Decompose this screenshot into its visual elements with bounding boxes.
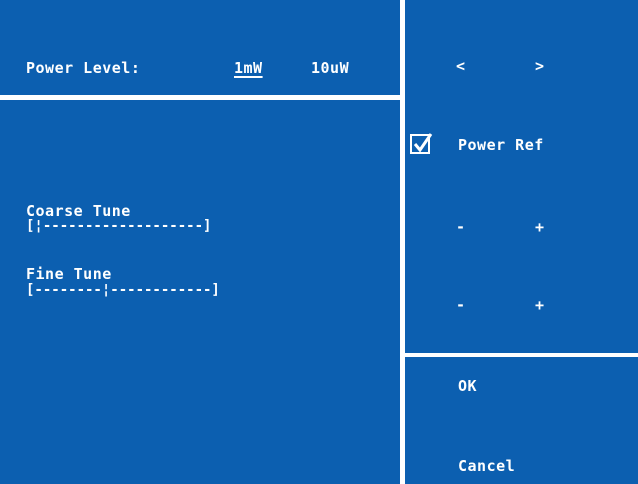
next-arrow-button[interactable]: > — [535, 58, 545, 74]
right-panel — [405, 0, 638, 484]
fine-minus-button[interactable]: - — [456, 297, 466, 313]
coarse-tune-label: Coarse Tune — [26, 202, 131, 220]
vertical-divider — [400, 0, 405, 484]
coarse-plus-button[interactable]: + — [535, 219, 545, 235]
power-ref-label: Power Ref — [458, 136, 544, 154]
power-ref-checkbox[interactable] — [410, 133, 433, 154]
power-level-option-10uw[interactable]: 10uW — [311, 60, 349, 76]
coarse-tune-slider[interactable]: [¦-------------------] — [26, 218, 211, 234]
cancel-button[interactable]: Cancel — [458, 458, 515, 474]
ok-button[interactable]: OK — [458, 378, 477, 394]
power-level-label: Power Level: — [26, 59, 141, 77]
power-level-option-1mw[interactable]: 1mW — [234, 60, 263, 76]
fine-tune-slider[interactable]: [--------¦------------] — [26, 282, 220, 298]
fine-plus-button[interactable]: + — [535, 297, 545, 313]
coarse-minus-button[interactable]: - — [456, 219, 466, 235]
left-horizontal-divider — [0, 95, 400, 100]
checkmark-icon — [413, 133, 433, 153]
prev-arrow-button[interactable]: < — [456, 58, 466, 74]
right-horizontal-divider — [405, 353, 638, 357]
fine-tune-label: Fine Tune — [26, 265, 112, 283]
